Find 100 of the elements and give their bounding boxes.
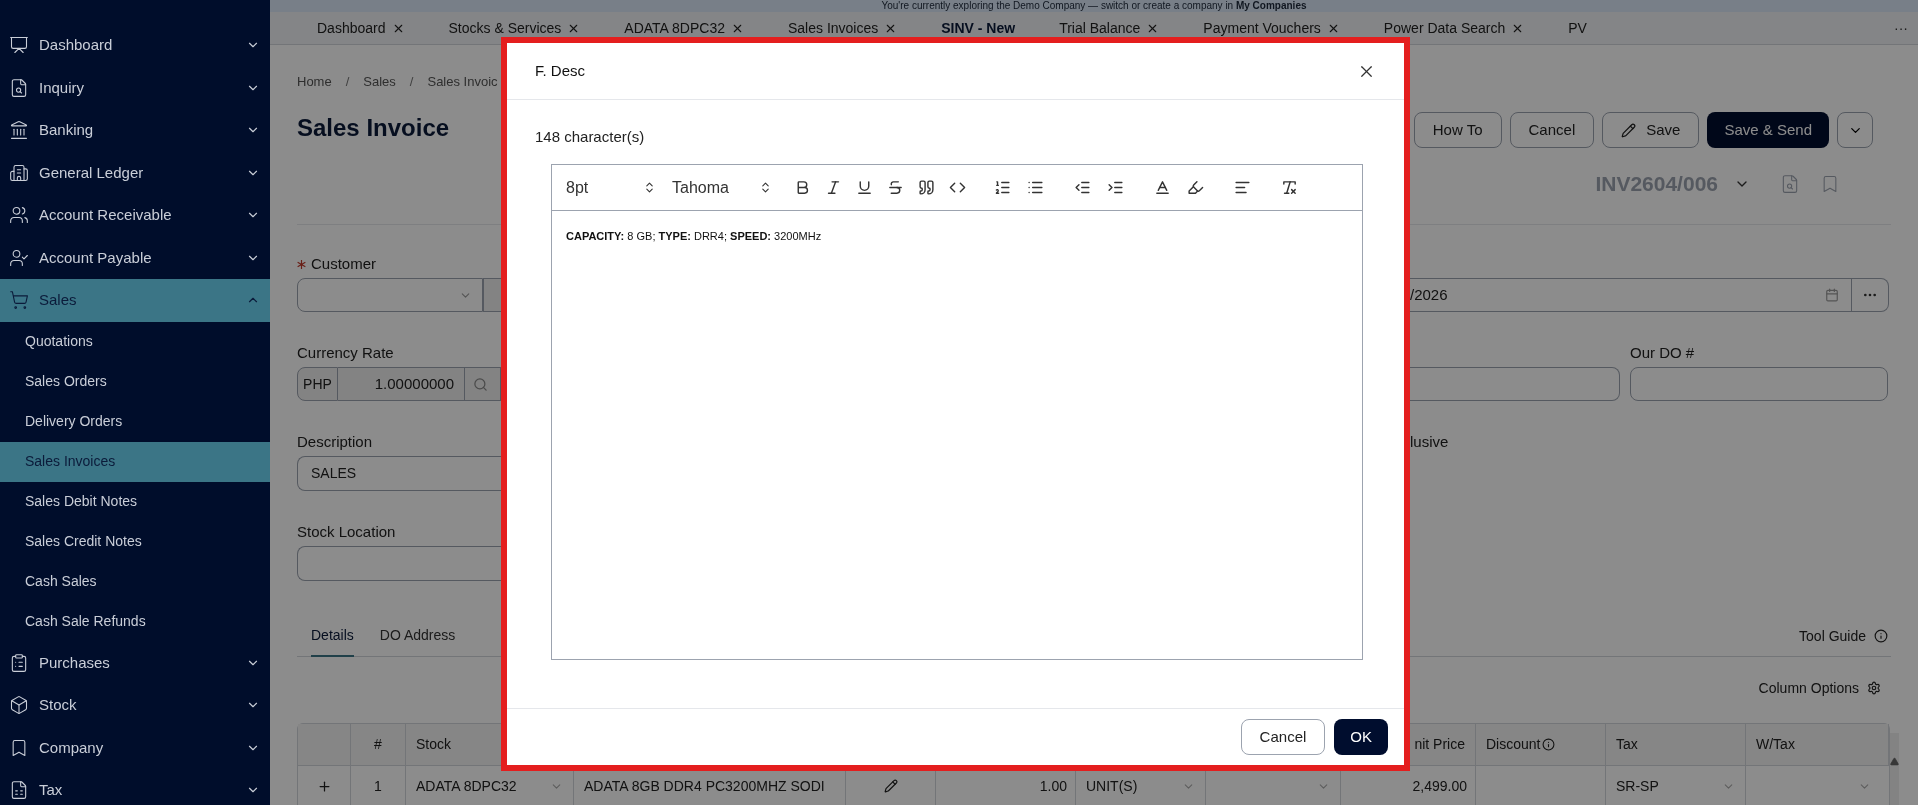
outdent-icon[interactable] [1074, 179, 1091, 196]
italic-icon[interactable] [825, 179, 842, 196]
field-label: lusive [1410, 433, 1449, 450]
table-cell-text: 2,499.00 [1412, 776, 1467, 796]
rate-field[interactable]: 1.00000000 [338, 367, 465, 401]
column-header: # [374, 735, 382, 754]
nav-item[interactable]: Sales [0, 279, 270, 322]
notice-text: You're currently exploring the Demo Company — switch or create a company in My Companies [881, 0, 1307, 12]
page-tab[interactable]: Power Data Search [1383, 17, 1525, 39]
nav-item[interactable]: Account Payable [0, 236, 270, 279]
table-cell-text: ADATA 8GB DDR4 PC3200MHZ SODI [584, 776, 825, 796]
page-tab[interactable]: Sales Invoices [787, 17, 898, 39]
page-tab[interactable]: Stocks & Services [448, 17, 581, 39]
description-field[interactable]: SALES [297, 456, 501, 491]
breadcrumb-link[interactable]: Sales Invoic [427, 72, 498, 92]
tax-select[interactable]: SR-SP [1606, 766, 1746, 805]
file-search-icon [9, 77, 29, 98]
editor-text: CAPACITY: 8 GB; TYPE: DRR4; SPEED: 3200MHz [566, 230, 822, 242]
breadcrumb-link[interactable]: Sales [363, 72, 396, 92]
action-button[interactable]: How To [1413, 112, 1502, 148]
nav-item[interactable]: Account Receivable [0, 194, 270, 237]
breadcrumb-link[interactable]: Home [297, 72, 332, 92]
our-do-field[interactable] [1630, 367, 1888, 401]
breadcrumb-separator: / [409, 73, 414, 91]
table-cell-text: 1.00 [1039, 776, 1067, 796]
page-tab[interactable]: SINV - New [941, 17, 1016, 39]
up-down-icon [643, 181, 656, 194]
page-title: Sales Invoice [297, 113, 450, 141]
page-tab[interactable]: ADATA 8DPC32 [624, 17, 744, 39]
edit-icon[interactable] [883, 779, 898, 793]
tool-guide-link[interactable]: Tool Guide [1799, 625, 1866, 647]
nav-subitem[interactable]: Sales Invoices [0, 441, 270, 482]
page-tab[interactable]: Dashboard [317, 17, 405, 39]
field-label: Stock Location [297, 523, 396, 540]
save-button[interactable]: Save [1602, 112, 1700, 148]
nav-subitem[interactable]: Delivery Orders [0, 401, 270, 442]
nav-item[interactable]: Tax [0, 769, 270, 805]
ok-button[interactable]: OK [1334, 719, 1388, 755]
page-tab[interactable]: Trial Balance [1059, 17, 1160, 39]
clear-format-icon[interactable] [1281, 179, 1298, 196]
save-send-button[interactable]: Save & Send [1707, 112, 1829, 148]
indent-icon[interactable] [1107, 179, 1124, 196]
presentation-icon [9, 35, 29, 56]
nav-subitem[interactable]: Cash Sales [0, 561, 270, 602]
nav-subitem[interactable]: Sales Orders [0, 361, 270, 402]
pencil-icon [1621, 122, 1637, 138]
user-check-icon [9, 247, 29, 268]
nav-item[interactable]: Inquiry [0, 66, 270, 109]
nav-subitem[interactable]: Quotations [0, 321, 270, 362]
align-left-icon[interactable] [1234, 179, 1251, 196]
page-tab[interactable]: Payment Vouchers [1203, 17, 1340, 39]
nav-item[interactable]: Purchases [0, 641, 270, 684]
bullet-list-icon[interactable] [1027, 179, 1044, 196]
box-icon [9, 695, 29, 716]
strikethrough-icon[interactable] [887, 179, 904, 196]
settings-icon[interactable] [1867, 681, 1881, 695]
font-select[interactable]: Tahoma [672, 175, 772, 200]
detail-tab[interactable]: Details [311, 615, 354, 657]
scroll-up-icon[interactable] [1890, 757, 1899, 766]
column-options-link[interactable]: Column Options [1758, 677, 1859, 699]
underline-icon[interactable] [856, 179, 873, 196]
action-button[interactable]: Cancel [1509, 112, 1595, 148]
nav-item[interactable]: Banking [0, 109, 270, 152]
cart-icon [9, 290, 29, 311]
tax-document-icon [9, 780, 29, 801]
font-size-select[interactable]: 8pt [566, 175, 656, 200]
currency-code: PHP [297, 367, 338, 401]
nav-item[interactable]: Company [0, 726, 270, 769]
nav-item[interactable]: Stock [0, 684, 270, 727]
nav-subitem[interactable]: Sales Debit Notes [0, 481, 270, 522]
dialog-title: F. Desc [535, 60, 585, 81]
buildings-icon [9, 162, 29, 183]
help-icon [1542, 738, 1556, 751]
nav-subitem[interactable]: Sales Credit Notes [0, 521, 270, 562]
column-header: Discount [1486, 735, 1541, 754]
text-color-icon[interactable] [1154, 179, 1171, 196]
quote-icon[interactable] [918, 179, 935, 196]
users-icon [9, 205, 29, 226]
table-cell-text: 1 [374, 776, 382, 796]
date-field[interactable]: /2026 [1410, 278, 1852, 312]
numbered-list-icon[interactable] [994, 179, 1011, 196]
field-label: Customer [311, 253, 377, 274]
page-tab[interactable]: PV [1568, 17, 1587, 39]
clipboard-icon [9, 652, 29, 673]
highlighter-icon[interactable] [1187, 179, 1204, 196]
field-label: Our DO # [1630, 344, 1695, 361]
column-header: nit Price [1414, 735, 1465, 754]
column-header: Tax [1616, 735, 1638, 754]
detail-tab[interactable]: DO Address [379, 615, 456, 657]
text-field[interactable] [1410, 367, 1620, 401]
info-icon[interactable] [1874, 629, 1888, 643]
nav-item[interactable]: Dashboard [0, 24, 270, 67]
cancel-button[interactable]: Cancel [1240, 719, 1326, 755]
field-label: Currency Rate [297, 344, 394, 361]
nav-item[interactable]: General Ledger [0, 151, 270, 194]
character-count: 148 character(s) [535, 128, 645, 145]
stock-location-field[interactable] [297, 546, 501, 581]
more-tabs[interactable]: ··· [1894, 17, 1908, 39]
nav-subitem[interactable]: Cash Sale Refunds [0, 601, 270, 642]
scrollbar[interactable] [1890, 733, 1899, 805]
